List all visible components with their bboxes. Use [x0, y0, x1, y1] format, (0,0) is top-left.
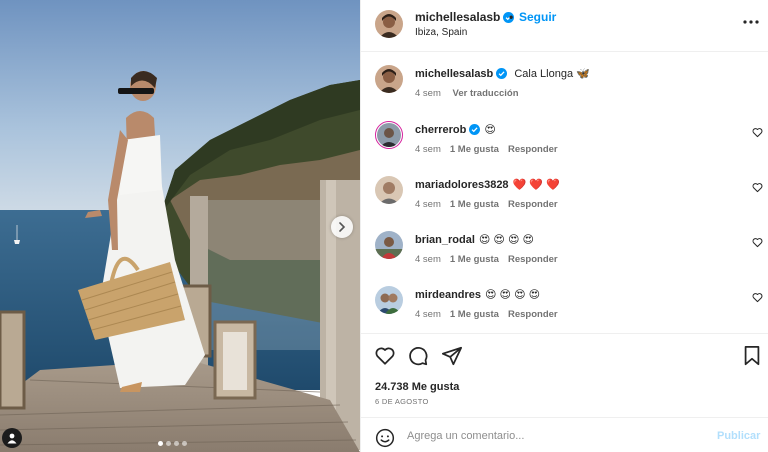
comment-age[interactable]: 4 sem: [415, 309, 441, 320]
caption-row: michellesalasb Cala Llonga 🦋 4 sem Ver t…: [361, 53, 768, 109]
verified-badge-icon: [469, 124, 481, 135]
caption-text: Cala Llonga 🦋: [514, 68, 590, 80]
next-slide-button[interactable]: [331, 216, 353, 238]
author-avatar[interactable]: [375, 10, 403, 38]
comment-input[interactable]: [407, 427, 707, 445]
user-tag-icon: [7, 433, 17, 444]
comment-username[interactable]: cherrerob: [415, 124, 466, 136]
comment-like-icon[interactable]: [752, 292, 763, 303]
send-icon[interactable]: [441, 345, 463, 367]
caption-meta: 4 sem Ver traducción: [415, 88, 528, 99]
carousel-dot: [158, 441, 163, 446]
publish-button[interactable]: Publicar: [717, 430, 760, 442]
author-avatar[interactable]: [375, 65, 403, 93]
comment-username[interactable]: mirdeandres: [415, 289, 481, 301]
comment-username[interactable]: mariadolores3828: [415, 179, 509, 191]
carousel-dot: [174, 441, 179, 446]
commenter-avatar[interactable]: [375, 121, 403, 149]
caption-text-line: michellesalasb Cala Llonga 🦋: [415, 67, 590, 80]
reply-button[interactable]: Responder: [508, 254, 558, 265]
comment-likes[interactable]: 1 Me gusta: [450, 309, 499, 320]
see-translation-link[interactable]: Ver traducción: [453, 88, 519, 99]
post-side-panel: michellesalasb • Seguir Ibiza, Spain mic…: [360, 0, 768, 452]
comment-likes[interactable]: 1 Me gusta: [450, 144, 499, 155]
separator-dot: •: [509, 10, 514, 24]
commenter-avatar[interactable]: [375, 176, 403, 204]
comment-age[interactable]: 4 sem: [415, 199, 441, 210]
comment-text: 😍: [484, 124, 496, 136]
reply-button[interactable]: Responder: [508, 144, 558, 155]
verified-badge-icon: [496, 68, 508, 79]
user-tags-button[interactable]: [2, 428, 22, 448]
commenter-avatar[interactable]: [375, 231, 403, 259]
comment-age[interactable]: 4 sem: [415, 254, 441, 265]
emoji-icon[interactable]: [375, 428, 395, 448]
comment-composer: Publicar: [361, 417, 768, 452]
follow-button[interactable]: Seguir: [519, 10, 556, 24]
post-location[interactable]: Ibiza, Spain: [415, 27, 467, 38]
likes-count[interactable]: 24.738 Me gusta: [375, 381, 459, 393]
post-header: michellesalasb • Seguir Ibiza, Spain: [361, 0, 768, 52]
comment-icon[interactable]: [407, 345, 429, 367]
comment-username[interactable]: brian_rodal: [415, 234, 475, 246]
caption-username[interactable]: michellesalasb: [415, 68, 508, 80]
comment-like-icon[interactable]: [752, 182, 763, 193]
reply-button[interactable]: Responder: [508, 199, 558, 210]
comment-likes[interactable]: 1 Me gusta: [450, 254, 499, 265]
carousel-indicator: [158, 441, 187, 446]
carousel-dot: [166, 441, 171, 446]
comment-text: ❤️ ❤️ ❤️: [512, 179, 560, 191]
comment-row: cherrerob 😍 4 sem 1 Me gusta Responder: [361, 109, 768, 164]
comment-row: mirdeandres 😍 😍 😍 😍 4 sem 1 Me gusta Respon…: [361, 274, 768, 329]
commenter-avatar[interactable]: [375, 286, 403, 314]
caption-username-text[interactable]: michellesalasb: [415, 68, 493, 80]
post-photo[interactable]: [0, 0, 360, 452]
reply-button[interactable]: Responder: [508, 309, 558, 320]
author-username-text[interactable]: michellesalasb: [415, 10, 500, 24]
post-date[interactable]: 6 DE AGOSTO: [375, 397, 429, 406]
carousel-dot: [182, 441, 187, 446]
post-image: [0, 0, 360, 452]
comment-text: 😍 😍 😍 😍: [485, 289, 541, 301]
comments-list: michellesalasb Cala Llonga 🦋 4 sem Ver t…: [361, 53, 768, 333]
comment-text: 😍 😍 😍 😍: [478, 234, 534, 246]
post-actions: 24.738 Me gusta 6 DE AGOSTO: [361, 333, 768, 417]
comment-like-icon[interactable]: [752, 127, 763, 138]
comment-age[interactable]: 4 sem: [415, 144, 441, 155]
comment-likes[interactable]: 1 Me gusta: [450, 199, 499, 210]
more-options-icon[interactable]: [741, 14, 761, 30]
heart-icon[interactable]: [374, 345, 396, 367]
caption-age[interactable]: 4 sem: [415, 88, 441, 99]
comment-row: brian_rodal 😍 😍 😍 😍 4 sem 1 Me gusta Respon…: [361, 219, 768, 274]
chevron-right-icon: [339, 222, 346, 232]
comment-row: mariadolores3828 ❤️ ❤️ ❤️ 4 sem 1 Me gusta…: [361, 164, 768, 219]
bookmark-icon[interactable]: [742, 345, 762, 367]
comment-like-icon[interactable]: [752, 237, 763, 248]
author-username[interactable]: michellesalasb: [415, 10, 515, 24]
